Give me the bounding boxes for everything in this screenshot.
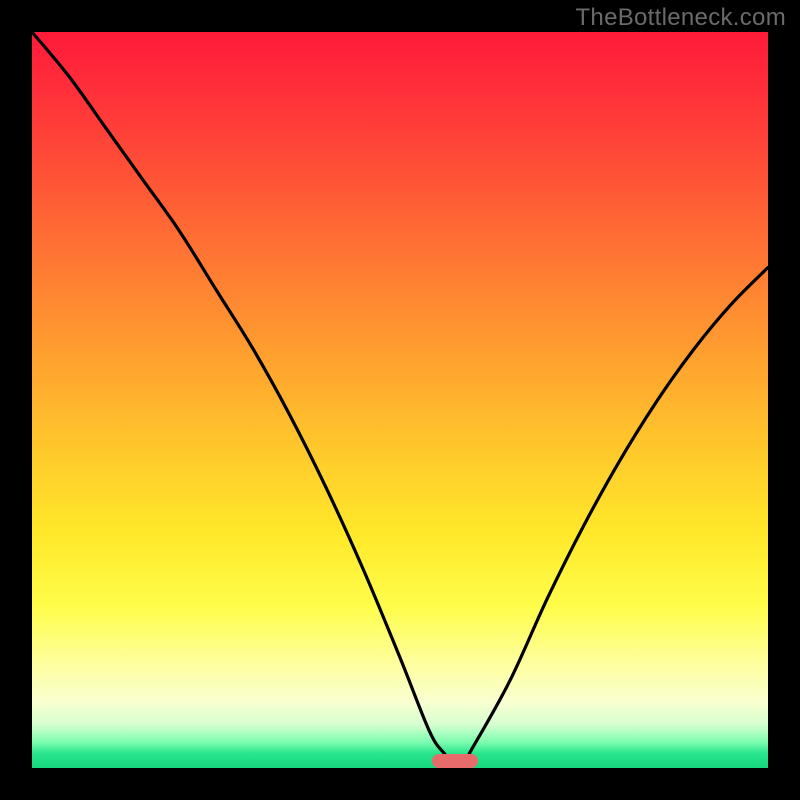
curve-path [32, 32, 768, 768]
bottleneck-curve [32, 32, 768, 768]
chart-frame: TheBottleneck.com [0, 0, 800, 800]
optimal-marker [432, 754, 478, 768]
plot-area [32, 32, 768, 768]
watermark-text: TheBottleneck.com [575, 4, 786, 32]
